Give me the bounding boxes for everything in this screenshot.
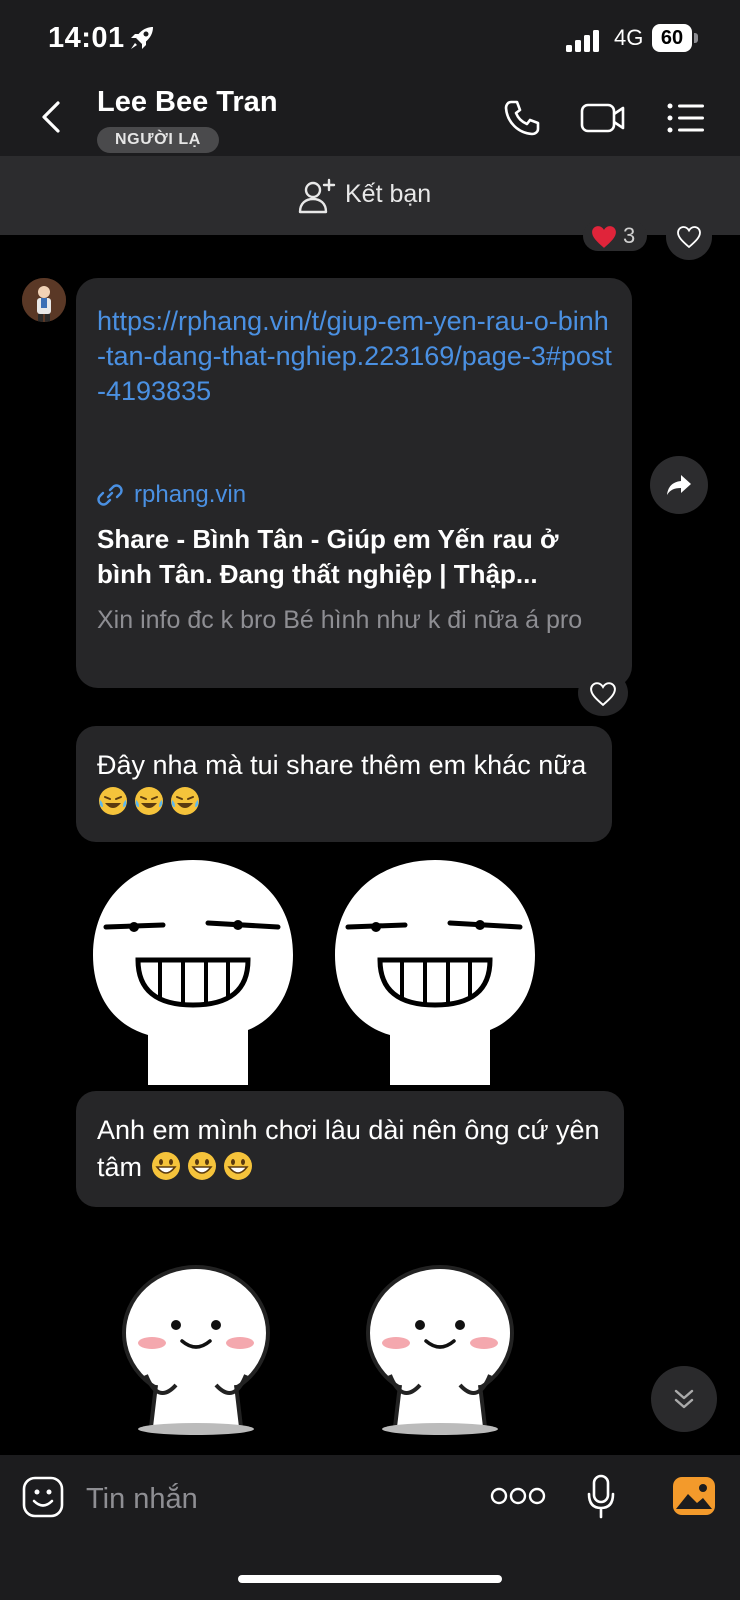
gallery-icon[interactable]: [672, 1476, 716, 1516]
laugh-emoji-icon: [135, 787, 163, 815]
video-call-icon[interactable]: [580, 100, 626, 136]
forward-icon: [667, 475, 691, 495]
link-description: Xin info đc k bro Bé hình như k đi nữa á…: [97, 606, 583, 634]
grin-emoji-icon: [223, 1152, 252, 1180]
forward-button[interactable]: [650, 456, 708, 514]
heart-outline-icon: [677, 226, 701, 248]
avatar[interactable]: [22, 278, 66, 322]
contact-name[interactable]: Lee Bee Tran: [97, 86, 278, 119]
blush-sticker[interactable]: [360, 1255, 520, 1435]
signal-icon: [566, 30, 599, 52]
heart-outline-icon: [590, 682, 616, 706]
emoji-row: [150, 1152, 258, 1182]
add-friend-label[interactable]: Kết bạn: [345, 180, 431, 209]
stranger-badge: NGƯỜI LẠ: [97, 127, 219, 153]
status-time: 14:01: [48, 22, 125, 54]
add-friend-icon[interactable]: [298, 178, 336, 214]
grin-sticker[interactable]: [330, 855, 540, 1085]
message-input[interactable]: [84, 1476, 468, 1522]
laugh-emoji-icon: [99, 787, 127, 815]
mic-icon[interactable]: [586, 1474, 616, 1520]
battery-icon: 60: [652, 24, 698, 54]
reaction-count: 3: [623, 223, 636, 248]
emoji-row: [97, 787, 205, 817]
laugh-emoji-icon: [171, 787, 199, 815]
home-indicator: [238, 1575, 502, 1583]
battery-level: 60: [660, 27, 684, 49]
message-text: Đây nha mà tui share thêm em khác nữa: [97, 747, 597, 821]
message-text: Anh em mình chơi lâu dài nên ông cứ yên …: [97, 1115, 600, 1182]
previous-reaction-summary[interactable]: 3: [583, 221, 647, 251]
heart-icon: [592, 226, 616, 248]
network-type: 4G: [614, 25, 644, 50]
grin-emoji-icon: [187, 1152, 216, 1180]
grin-emoji-icon: [151, 1152, 180, 1180]
link-title[interactable]: Share - Bình Tân - Giúp em Yến rau ở bìn…: [97, 522, 617, 592]
back-icon[interactable]: [38, 100, 64, 134]
link-domain[interactable]: rphang.vin: [134, 481, 246, 509]
chain-link-icon: [97, 484, 123, 506]
phone-icon[interactable]: [502, 98, 542, 138]
message-link[interactable]: https://rphang.vin/t/giup-em-yen-rau-o-b…: [97, 304, 617, 409]
blush-sticker[interactable]: [116, 1255, 276, 1435]
more-icon[interactable]: [490, 1485, 546, 1507]
scroll-to-bottom-button[interactable]: [651, 1366, 717, 1432]
sticker-icon[interactable]: [22, 1476, 64, 1518]
menu-icon[interactable]: [666, 100, 706, 136]
chevron-double-down-icon: [674, 1389, 694, 1409]
rocket-icon: [131, 27, 153, 49]
grin-sticker[interactable]: [88, 855, 298, 1085]
like-button[interactable]: [578, 670, 628, 716]
